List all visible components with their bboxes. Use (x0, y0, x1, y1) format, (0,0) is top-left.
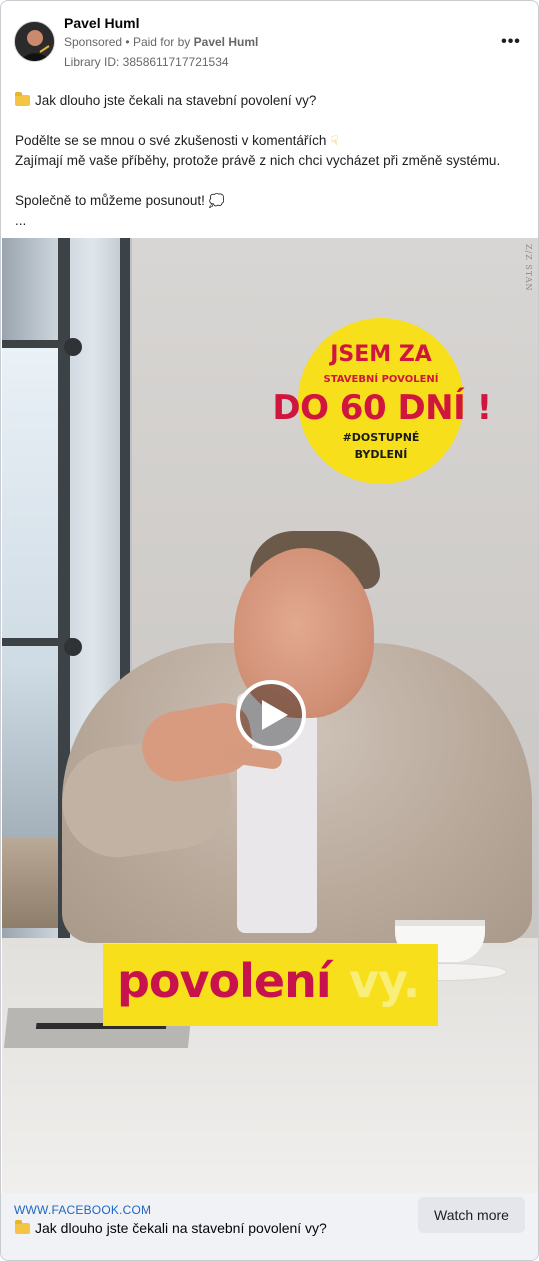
video-caption: povolení vy. (103, 944, 438, 1026)
window-handle (64, 638, 82, 656)
see-more-ellipsis[interactable]: ... (15, 211, 527, 231)
post-line-2: Podělte se se mnou o své zkušenosti v ko… (15, 131, 527, 151)
speech-bubble-emoji-icon: 💭 (208, 193, 226, 208)
post-line-1-text: Jak dlouho jste čekali na stavební povol… (35, 93, 317, 108)
video-watermark: Z/Z STAN (524, 244, 533, 292)
badge-line-5: BYDLENÍ (354, 448, 408, 461)
library-id: Library ID: 3858611717721534 (64, 55, 229, 69)
post-line-4: Společně to můžeme posunout! 💭 (15, 191, 527, 211)
window-frame (2, 340, 72, 348)
more-options-button[interactable]: ••• (500, 31, 522, 53)
play-button[interactable] (236, 680, 306, 750)
more-horizontal-icon: ••• (501, 33, 521, 50)
avatar[interactable] (14, 21, 55, 62)
ad-header: Pavel Huml Sponsored • Paid for by Pavel… (1, 1, 538, 81)
footer-title-text: Jak dlouho jste čekali na stavební povol… (35, 1220, 327, 1236)
post-line-3: Zajímají mě vaše příběhy, protože právě … (15, 153, 501, 168)
window-building (2, 838, 60, 928)
window-handle (64, 338, 82, 356)
post-line-4-text: Společně to můžeme posunout! (15, 193, 205, 208)
badge-line-4: #DOSTUPNÉ (342, 431, 420, 444)
post-line-1: Jak dlouho jste čekali na stavební povol… (15, 91, 527, 111)
post-line-2-text: Podělte se se mnou o své zkušenosti v ko… (15, 133, 327, 148)
sponsored-label: Sponsored (64, 35, 123, 49)
paid-for-name: Pavel Huml (193, 35, 259, 49)
folder-emoji-icon (15, 92, 30, 106)
author-name[interactable]: Pavel Huml (64, 15, 139, 31)
badge-line-3: DO 60 DNÍ ! (272, 388, 492, 428)
folder-emoji-icon (15, 1220, 30, 1234)
separator-dot: • (125, 35, 130, 49)
footer-title[interactable]: Jak dlouho jste čekali na stavební povol… (15, 1220, 327, 1236)
badge-line-1: JSEM ZA (330, 342, 432, 367)
video-player[interactable]: Z/Z STAN JSEM ZA STAVEBNÍ POVOLENÍ DO 60… (2, 238, 538, 1193)
caption-word-2: vy. (349, 954, 420, 1008)
play-icon (262, 700, 288, 730)
avatar-portrait-icon (15, 22, 54, 61)
watch-more-button[interactable]: Watch more (418, 1197, 525, 1233)
footer-domain[interactable]: WWW.FACEBOOK.COM (14, 1203, 151, 1217)
caption-word-1: povolení (117, 954, 332, 1008)
ad-card: Pavel Huml Sponsored • Paid for by Pavel… (0, 0, 539, 1261)
badge-line-2: STAVEBNÍ POVOLENÍ (323, 374, 439, 385)
sponsored-line: Sponsored • Paid for by Pavel Huml (64, 35, 258, 49)
video-badge: JSEM ZA STAVEBNÍ POVOLENÍ DO 60 DNÍ ! #D… (272, 318, 492, 484)
window-frame (2, 638, 72, 646)
paid-for-prefix: Paid for by (132, 35, 191, 49)
post-text: Jak dlouho jste čekali na stavební povol… (15, 91, 527, 231)
link-footer[interactable]: WWW.FACEBOOK.COM Jak dlouho jste čekali … (1, 1193, 538, 1260)
pointing-down-emoji-icon: ☟ (330, 133, 339, 148)
